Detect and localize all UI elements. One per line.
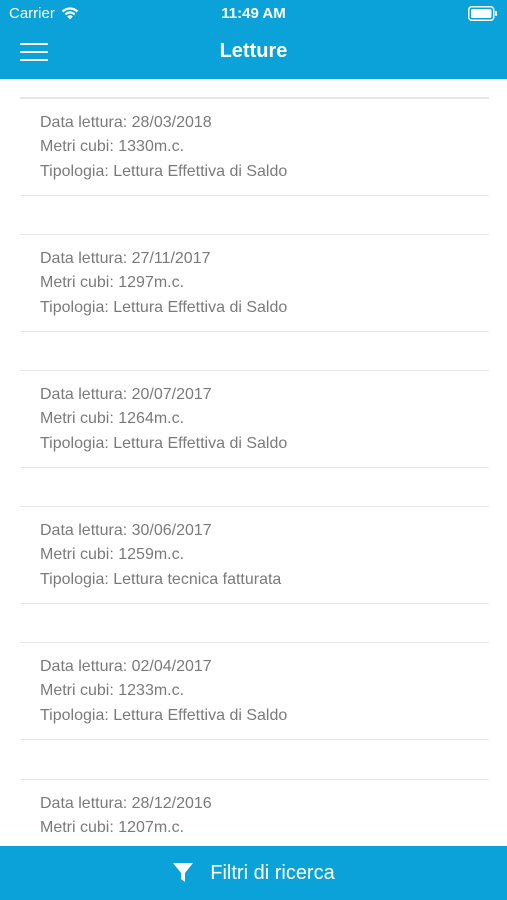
reading-card[interactable]: Data lettura: 27/11/2017 Metri cubi: 129… — [20, 234, 489, 332]
reading-volume: Metri cubi: 1233m.c. — [40, 682, 185, 699]
reading-date: Data lettura: 28/03/2018 — [40, 114, 212, 131]
reading-card[interactable]: Data lettura: 30/06/2017 Metri cubi: 125… — [20, 506, 489, 604]
reading-date: Data lettura: 30/06/2017 — [40, 522, 212, 539]
reading-card[interactable]: Data lettura: 20/07/2017 Metri cubi: 126… — [20, 370, 489, 468]
reading-date: Data lettura: 20/07/2017 — [40, 386, 212, 403]
reading-date: Data lettura: 28/12/2016 — [40, 795, 212, 812]
reading-card[interactable]: Data lettura: 02/04/2017 Metri cubi: 123… — [20, 642, 489, 740]
reading-volume: Metri cubi: 1264m.c. — [40, 410, 185, 427]
reading-type: Tipologia: Lettura tecnica fatturata — [40, 571, 282, 588]
reading-volume: Metri cubi: 1259m.c. — [40, 546, 185, 563]
navigation-bar: Letture — [0, 28, 507, 79]
reading-card[interactable]: Data lettura: 28/12/2016 Metri cubi: 120… — [20, 779, 489, 846]
reading-date: Data lettura: 02/04/2017 — [40, 658, 212, 675]
reading-volume: Metri cubi: 1330m.c. — [40, 138, 185, 155]
battery-icon — [468, 6, 497, 21]
reading-card[interactable]: Data lettura: 28/03/2018 Metri cubi: 133… — [20, 98, 489, 196]
reading-type: Tipologia: Lettura Effettiva di Saldo — [40, 299, 288, 316]
readings-list[interactable]: Data lettura: 28/03/2018 Metri cubi: 133… — [0, 79, 507, 846]
status-time: 11:49 AM — [221, 5, 286, 22]
page-title: Letture — [219, 40, 288, 62]
funnel-filter-icon — [173, 863, 194, 882]
reading-date: Data lettura: 27/11/2017 — [40, 250, 211, 267]
reading-type: Tipologia: Lettura Effettiva di Saldo — [40, 163, 288, 180]
reading-volume: Metri cubi: 1207m.c. — [40, 819, 185, 836]
reading-type: Tipologia: Lettura Effettiva di Saldo — [40, 435, 288, 452]
reading-volume: Metri cubi: 1297m.c. — [40, 274, 185, 291]
reading-type: Tipologia: Lettura Effettiva di Saldo — [40, 707, 288, 724]
status-bar: Carrier 11:49 AM — [0, 0, 507, 28]
search-filters-button[interactable]: Filtri di ricerca — [0, 846, 507, 900]
search-filters-label: Filtri di ricerca — [210, 861, 335, 884]
